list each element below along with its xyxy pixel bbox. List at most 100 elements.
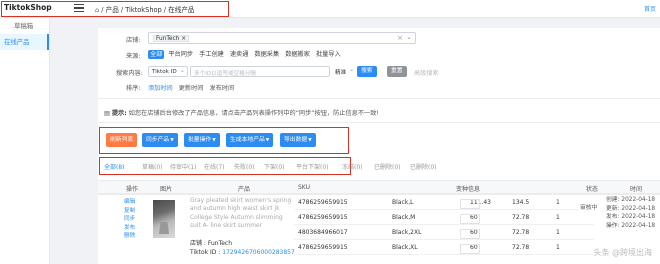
publish-link[interactable]: 发布 <box>124 224 138 233</box>
source-chips: 全部 平台同步 手工创建 速卖通 数据采集 数据搬家 批量导入 <box>148 50 345 59</box>
col-time: 时间 <box>630 186 643 193</box>
tab-online[interactable]: 在线(7) <box>204 162 225 171</box>
col-image: 图片 <box>160 186 173 193</box>
chevron-down-icon: ⌄ <box>179 67 185 74</box>
tab-deleted-2[interactable]: 已删除(0) <box>410 162 437 171</box>
sku-row: 4803684966017 Black,2XL 60 72.78 1 <box>294 226 594 240</box>
sidebar: 草稿箱 在线产品 <box>0 18 50 264</box>
sku-row: 4786259659915 Black,XL 60 72.78 1 <box>294 241 594 255</box>
tab-all[interactable]: 全部(8) <box>104 162 125 171</box>
sku-row: 4786259659915 Black,M 60 72.78 1 <box>294 211 594 225</box>
sidebar-item-drafts[interactable]: 草稿箱 <box>0 18 49 34</box>
col-product: 产品 <box>238 186 251 193</box>
tab-failed[interactable]: 失败(0) <box>234 162 255 171</box>
divider <box>98 122 660 123</box>
sku-spec: Black,2XL <box>392 229 422 236</box>
sort-label: 排序: <box>126 85 141 92</box>
col-state: 状态 <box>586 186 599 193</box>
watermark: 头条 @跨境出海 <box>593 248 652 257</box>
sku-qty: 1 <box>556 214 560 221</box>
advanced-search-link[interactable]: 高级搜索 <box>414 68 439 77</box>
price-input[interactable] <box>460 229 480 239</box>
refresh-list-button[interactable]: 刷新列表 <box>106 133 138 147</box>
sync-link[interactable]: 同步 <box>124 215 138 224</box>
time-created: 创建: 2022-04-18 <box>606 197 656 203</box>
sort-option[interactable]: 更新时间 <box>179 83 204 92</box>
sku-stock: 72.78 <box>512 214 530 221</box>
notice-icon: ▤ <box>104 110 110 117</box>
row-operations: 编辑 复制 同步 发布 删除 <box>124 198 138 241</box>
source-chip[interactable]: 数据采集 <box>252 50 281 59</box>
export-data-button[interactable]: 导出数据▼ <box>280 133 316 147</box>
tab-deleted[interactable]: 已删除(0) <box>374 162 401 171</box>
search-input[interactable]: 多个ID以逗号或空格分隔 <box>190 66 330 77</box>
search-field-select[interactable]: Tiktok ID ⌄ <box>148 66 188 77</box>
sku: 4786259659915 <box>298 214 348 221</box>
source-chip[interactable]: 平台同步 <box>166 50 195 59</box>
source-label: 来源: <box>126 53 141 60</box>
tab-delisted[interactable]: 下架(0) <box>264 162 285 171</box>
sku-row: 4786259659915 Black,L 111.43 134.5 1 <box>294 196 594 210</box>
chevron-down-icon[interactable]: ⌄ <box>406 33 412 41</box>
source-chip[interactable]: 手工创建 <box>197 50 226 59</box>
tab-pending[interactable]: 待审中(1) <box>170 162 197 171</box>
delete-link[interactable]: 删除 <box>124 232 138 241</box>
match-mode-select[interactable]: 精准 ⌄ <box>332 66 354 77</box>
status-badge: 审核中 <box>580 205 598 211</box>
source-chip[interactable]: 数据搬家 <box>283 50 312 59</box>
store-tag[interactable]: FunTech × <box>153 35 190 42</box>
search-label: 搜索内容: <box>116 70 143 77</box>
tab-draft[interactable]: 草稿(0) <box>142 162 163 171</box>
price-input[interactable] <box>460 244 480 254</box>
source-chip[interactable]: 全部 <box>148 50 165 59</box>
tab-platform-delisted[interactable]: 平台下架(0) <box>296 162 329 171</box>
copy-link[interactable]: 复制 <box>124 207 138 216</box>
price-input[interactable] <box>460 199 480 209</box>
source-chip[interactable]: 批量导入 <box>314 50 343 59</box>
time-published: 发布: 2022-04-18 <box>606 214 656 220</box>
sku-stock: 134.5 <box>512 199 530 206</box>
col-ops: 操作 <box>126 186 139 193</box>
main-panel: 店铺: FunTech × × ⌄ 来源: 全部 平台同步 手工创建 速卖通 数… <box>98 28 660 264</box>
chevron-down-icon: ⌄ <box>348 66 354 73</box>
table-header-line <box>98 194 660 195</box>
clear-icon[interactable]: × <box>397 34 403 42</box>
col-sku: SKU <box>298 184 310 191</box>
table-header: 操作 图片 产品 SKU 变种信息 状态 时间 <box>98 180 660 194</box>
store-select[interactable]: FunTech × × ⌄ <box>148 32 416 44</box>
store-label: 店铺: <box>126 37 141 44</box>
sku-stock: 72.78 <box>512 244 530 251</box>
sku-spec: Black,M <box>392 214 416 221</box>
product-title[interactable]: Gray pleated skirt women's spring and au… <box>190 197 294 230</box>
notice-text: 如您在店铺后台修改了产品信息，请点击产品列表操作列中的“同步”按钮，防止信息不一… <box>128 110 379 117</box>
generate-local-products-button[interactable]: 生成本地产品▼ <box>226 133 274 147</box>
tab-frozen[interactable]: 冻结(0) <box>342 162 363 171</box>
notice: ▤ 提示: 如您在店铺后台修改了产品信息，请点击产品列表操作列中的“同步”按钮，… <box>104 108 379 117</box>
notice-prefix: 提示: <box>111 110 127 117</box>
sku-spec: Black,L <box>392 199 414 206</box>
reset-button[interactable]: 重置 <box>387 66 407 77</box>
sku: 4786259659915 <box>298 199 348 206</box>
home-link[interactable]: 首页 <box>644 4 656 13</box>
sort-option[interactable]: 添加时间 <box>148 83 173 92</box>
product-store-info: 店铺 : FunTech Tiktok ID : 172942670600028… <box>190 239 295 257</box>
sync-products-button[interactable]: 同步产品▼ <box>142 133 178 147</box>
highlight-box-header <box>1 1 229 17</box>
time-operated: 操作: 2022-04-18 <box>606 222 656 229</box>
bulk-actions-button[interactable]: 批量操作▼ <box>184 133 220 147</box>
divider <box>98 98 660 99</box>
price-input[interactable] <box>460 214 480 224</box>
edit-link[interactable]: 编辑 <box>124 198 138 207</box>
sidebar-item-online-products[interactable]: 在线产品 <box>0 34 49 50</box>
product-image[interactable] <box>153 200 175 238</box>
time-updated: 更新: 2022-04-18 <box>606 205 656 212</box>
sku: 4786259659915 <box>298 244 348 251</box>
tiktok-id-link[interactable]: 1729426706000283857 <box>222 249 295 256</box>
sku-qty: 1 <box>556 244 560 251</box>
source-chip[interactable]: 速卖通 <box>228 50 251 59</box>
sort-options: 添加时间 更新时间 发布时间 <box>148 83 234 92</box>
sort-option[interactable]: 发布时间 <box>210 83 235 92</box>
sku-spec: Black,XL <box>392 244 418 251</box>
sku-qty: 1 <box>556 199 560 206</box>
search-button[interactable]: 搜索 <box>357 66 377 77</box>
